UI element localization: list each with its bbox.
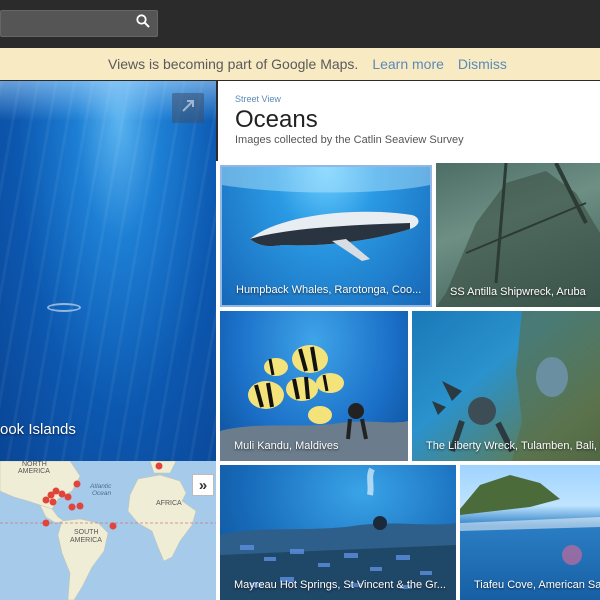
photo-tile[interactable]: The Liberty Wreck, Tulamben, Bali, In [412,311,600,461]
notice-banner: Views is becoming part of Google Maps. L… [0,48,600,80]
search-box [0,10,158,37]
tile-caption: SS Antilla Shipwreck, Aruba [450,286,586,298]
page-subtitle: Images collected by the Catlin Seaview S… [235,134,464,146]
svg-text:Ocean: Ocean [92,490,112,497]
photo-tile[interactable]: Mayreau Hot Springs, St Vincent & the Gr… [220,465,456,600]
tile-caption: Tiafeu Cove, American Sa [474,579,600,591]
search-button[interactable] [129,11,157,36]
light-rays [0,81,216,461]
svg-text:AMERICA: AMERICA [70,537,102,544]
photo-tile[interactable]: Humpback Whales, Rarotonga, Coo... [220,165,432,307]
search-icon [136,14,150,33]
collection-header: Street View Oceans Images collected by t… [218,81,600,161]
bannerfish-image [220,345,408,461]
map-label-south-america: SOUTH [74,529,99,536]
dismiss-link[interactable]: Dismiss [458,56,507,72]
navigation-marker[interactable] [47,303,81,312]
overview-map[interactable]: NORTH AMERICA Atlantic Ocean AFRICA SOUT… [0,461,216,600]
photo-tile[interactable]: Tiafeu Cove, American Sa [460,465,600,600]
tile-caption: Mayreau Hot Springs, St Vincent & the Gr… [234,579,446,591]
search-input[interactable] [1,11,129,36]
tile-caption: Muli Kandu, Maldives [234,440,339,452]
double-chevron-right-icon: » [198,476,208,494]
learn-more-link[interactable]: Learn more [372,56,444,72]
panorama-caption: ook Islands [0,421,76,438]
map-label-north-america: NORTH [22,461,47,468]
photo-tile[interactable]: SS Antilla Shipwreck, Aruba [436,163,600,307]
map-canvas: NORTH AMERICA Atlantic Ocean AFRICA SOUT… [0,461,216,600]
map-label-atlantic: Atlantic [89,483,112,490]
page-title: Oceans [235,106,318,133]
expand-button[interactable] [172,93,204,123]
tile-caption: Humpback Whales, Rarotonga, Coo... [236,284,422,296]
map-label-africa: AFRICA [156,500,182,507]
tile-caption: The Liberty Wreck, Tulamben, Bali, In [426,440,600,452]
liberty-wreck-image [432,311,600,461]
photo-grid: Humpback Whales, Rarotonga, Coo... SS An… [216,161,600,600]
banner-text: Views is becoming part of Google Maps. [108,56,359,72]
photo-tile[interactable]: Muli Kandu, Maldives [220,311,408,461]
map-toggle-button[interactable]: » [192,474,214,496]
street-view-panorama[interactable]: ook Islands [0,81,216,461]
svg-text:AMERICA: AMERICA [18,468,50,475]
top-bar [0,0,600,48]
expand-icon [180,98,196,119]
street-view-breadcrumb[interactable]: Street View [235,94,281,104]
